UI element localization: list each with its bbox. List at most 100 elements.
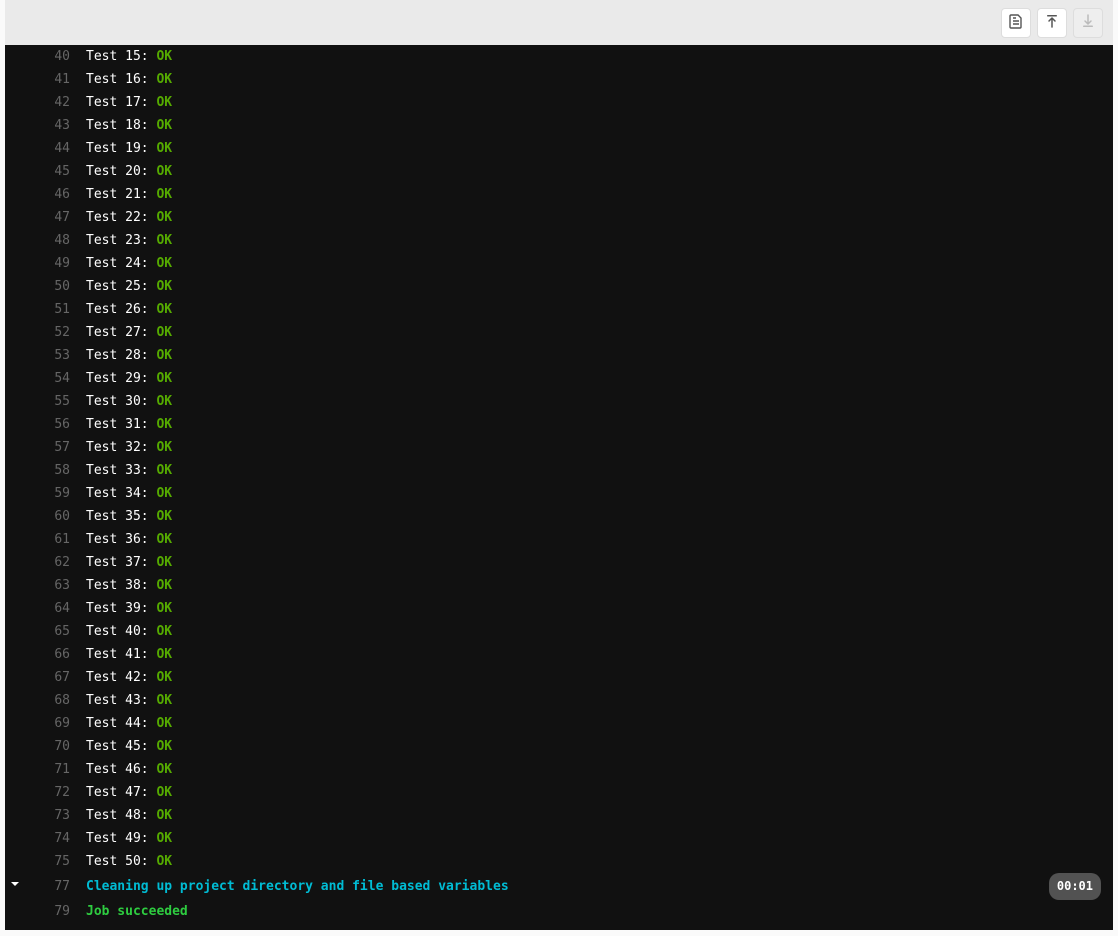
log-content: Test 49: OK [70, 827, 1101, 850]
collapse-chevron-icon[interactable] [5, 878, 25, 890]
log-line: 74Test 49: OK [5, 827, 1113, 850]
status-ok: OK [156, 486, 172, 501]
test-label: Test 31: [86, 417, 156, 432]
line-number[interactable]: 54 [25, 367, 70, 390]
line-number[interactable]: 59 [25, 482, 70, 505]
log-content: Test 31: OK [70, 413, 1101, 436]
status-ok: OK [156, 532, 172, 547]
line-number[interactable]: 77 [25, 875, 70, 898]
test-label: Test 29: [86, 371, 156, 386]
log-line: 49Test 24: OK [5, 252, 1113, 275]
log-line: 50Test 25: OK [5, 275, 1113, 298]
line-number[interactable]: 62 [25, 551, 70, 574]
line-number[interactable]: 41 [25, 68, 70, 91]
test-label: Test 46: [86, 762, 156, 777]
status-ok: OK [156, 95, 172, 110]
line-number[interactable]: 43 [25, 114, 70, 137]
line-number[interactable]: 47 [25, 206, 70, 229]
line-number[interactable]: 68 [25, 689, 70, 712]
scroll-top-button[interactable] [1037, 8, 1067, 38]
line-number[interactable]: 42 [25, 91, 70, 114]
line-number[interactable]: 64 [25, 597, 70, 620]
scroll-bottom-button[interactable] [1073, 8, 1103, 38]
line-number[interactable]: 51 [25, 298, 70, 321]
log-content: Test 21: OK [70, 183, 1101, 206]
line-number[interactable]: 49 [25, 252, 70, 275]
document-icon [1008, 13, 1024, 32]
line-number[interactable]: 65 [25, 620, 70, 643]
test-label: Test 38: [86, 578, 156, 593]
line-number[interactable]: 56 [25, 413, 70, 436]
line-number[interactable]: 67 [25, 666, 70, 689]
log-content: Test 34: OK [70, 482, 1101, 505]
line-number[interactable]: 45 [25, 160, 70, 183]
line-number[interactable]: 60 [25, 505, 70, 528]
test-label: Test 34: [86, 486, 156, 501]
log-content: Test 27: OK [70, 321, 1101, 344]
line-number[interactable]: 61 [25, 528, 70, 551]
line-number[interactable]: 74 [25, 827, 70, 850]
log-line: 75Test 50: OK [5, 850, 1113, 873]
line-number[interactable]: 63 [25, 574, 70, 597]
line-number[interactable]: 48 [25, 229, 70, 252]
test-label: Test 47: [86, 785, 156, 800]
log-content: Test 37: OK [70, 551, 1101, 574]
line-number[interactable]: 72 [25, 781, 70, 804]
log-line: 47Test 22: OK [5, 206, 1113, 229]
log-line: 45Test 20: OK [5, 160, 1113, 183]
job-succeeded: Job succeeded [70, 900, 1101, 923]
line-number[interactable]: 75 [25, 850, 70, 873]
raw-log-button[interactable] [1001, 8, 1031, 38]
log-line: 40Test 15: OK [5, 45, 1113, 68]
log-content: Test 35: OK [70, 505, 1101, 528]
status-ok: OK [156, 210, 172, 225]
status-ok: OK [156, 118, 172, 133]
log-line: 63Test 38: OK [5, 574, 1113, 597]
status-ok: OK [156, 785, 172, 800]
line-number[interactable]: 55 [25, 390, 70, 413]
line-number[interactable]: 46 [25, 183, 70, 206]
line-number[interactable]: 79 [25, 900, 70, 923]
status-ok: OK [156, 348, 172, 363]
test-label: Test 18: [86, 118, 156, 133]
line-number[interactable]: 40 [25, 45, 70, 68]
test-label: Test 30: [86, 394, 156, 409]
test-label: Test 37: [86, 555, 156, 570]
log-content: Test 47: OK [70, 781, 1101, 804]
log-line: 64Test 39: OK [5, 597, 1113, 620]
status-ok: OK [156, 302, 172, 317]
line-number[interactable]: 52 [25, 321, 70, 344]
line-number[interactable]: 50 [25, 275, 70, 298]
log-line: 59Test 34: OK [5, 482, 1113, 505]
log-line: 72Test 47: OK [5, 781, 1113, 804]
log-line: 61Test 36: OK [5, 528, 1113, 551]
status-ok: OK [156, 394, 172, 409]
log-line: 62Test 37: OK [5, 551, 1113, 574]
line-number[interactable]: 57 [25, 436, 70, 459]
log-line: 44Test 19: OK [5, 137, 1113, 160]
line-number[interactable]: 53 [25, 344, 70, 367]
test-label: Test 23: [86, 233, 156, 248]
line-number[interactable]: 73 [25, 804, 70, 827]
test-label: Test 32: [86, 440, 156, 455]
log-content: Test 40: OK [70, 620, 1101, 643]
status-ok: OK [156, 670, 172, 685]
line-number[interactable]: 70 [25, 735, 70, 758]
line-number[interactable]: 58 [25, 459, 70, 482]
log-content: Test 26: OK [70, 298, 1101, 321]
log-line: 53Test 28: OK [5, 344, 1113, 367]
line-number[interactable]: 44 [25, 137, 70, 160]
log-content: Test 29: OK [70, 367, 1101, 390]
log-line: 60Test 35: OK [5, 505, 1113, 528]
line-number[interactable]: 71 [25, 758, 70, 781]
test-label: Test 21: [86, 187, 156, 202]
status-ok: OK [156, 164, 172, 179]
status-ok: OK [156, 49, 172, 64]
log-line: 41Test 16: OK [5, 68, 1113, 91]
line-number[interactable]: 66 [25, 643, 70, 666]
log-content: Test 18: OK [70, 114, 1101, 137]
line-number[interactable]: 69 [25, 712, 70, 735]
log-toolbar [5, 0, 1113, 45]
log-content: Test 20: OK [70, 160, 1101, 183]
log-content: Test 44: OK [70, 712, 1101, 735]
